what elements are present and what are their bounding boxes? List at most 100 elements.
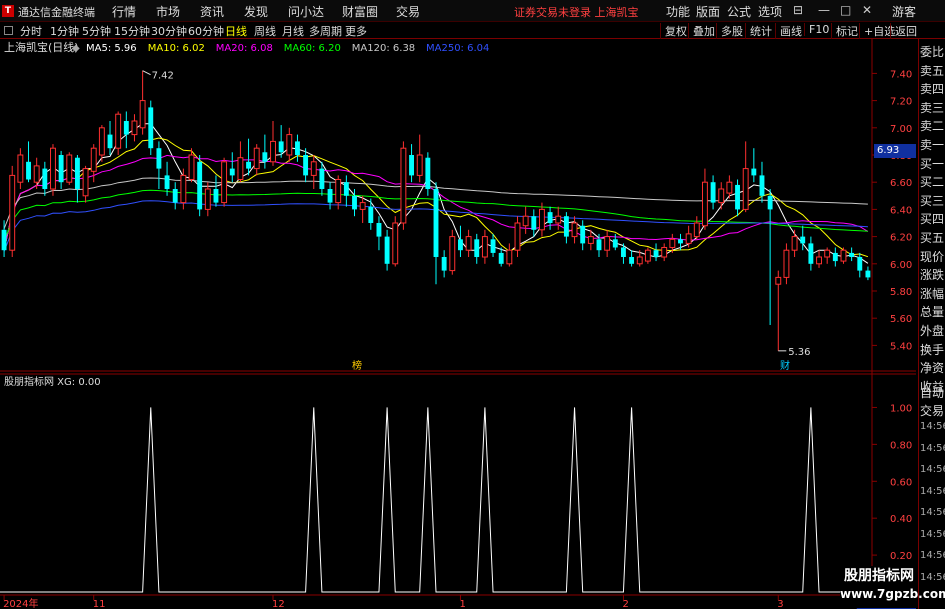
- last-price-tag: 6.93: [874, 144, 916, 158]
- minimize-icon[interactable]: —: [818, 3, 830, 17]
- candle-body-down: [1, 229, 7, 251]
- tool-mark[interactable]: 标记: [831, 23, 858, 39]
- candle-body-down: [458, 239, 463, 251]
- candle-body-down: [865, 270, 871, 278]
- period-5min[interactable]: 5分钟: [82, 23, 111, 39]
- indicator-y-tick-label: 1.00: [890, 403, 912, 414]
- candle-body-up: [701, 181, 708, 227]
- period-intraday[interactable]: 分时: [20, 23, 42, 39]
- tool-back[interactable]: 返回: [890, 23, 917, 39]
- side-panel-label: 总量: [920, 305, 945, 320]
- candle-body-up: [270, 140, 276, 163]
- candle-body-up: [115, 113, 122, 149]
- menu-function[interactable]: 功能: [666, 3, 690, 20]
- indicator-y-tick-label: 0.60: [890, 477, 912, 488]
- period-toolbar: 分时 1分钟 5分钟 15分钟 30分钟 60分钟 日线 周线 月线 多周期 更…: [0, 22, 945, 39]
- chart-area[interactable]: 7.407.207.006.806.606.406.206.005.805.60…: [0, 39, 916, 609]
- menu-market[interactable]: 市场: [156, 3, 180, 20]
- candle-body-down: [735, 184, 740, 210]
- menu-wealth[interactable]: 财富圈: [342, 3, 378, 20]
- x-tick-label: 2024年: [3, 597, 38, 609]
- menu-options[interactable]: 选项: [758, 3, 782, 20]
- candle-body-down: [327, 189, 333, 203]
- menu-formula[interactable]: 公式: [727, 3, 751, 20]
- tool-multistock[interactable]: 多股: [716, 23, 743, 39]
- period-multi[interactable]: 多周期: [309, 23, 342, 39]
- y-tick-label: 6.40: [890, 205, 912, 216]
- indicator-y-tick-label: 0.20: [890, 551, 912, 562]
- period-daily[interactable]: 日线: [225, 23, 247, 39]
- menu-news[interactable]: 资讯: [200, 3, 224, 20]
- candle-body-down: [490, 239, 496, 253]
- candle-body-up: [50, 147, 56, 190]
- side-panel-label: 净资: [920, 361, 945, 376]
- candle-body-up: [604, 236, 611, 251]
- side-panel: 委比 卖五 卖四 卖三 卖二 卖一 买一 买二 买三 买四 买五 现价 涨跌 涨幅 总量 外盘 换手 净资 收益 自动…: [918, 39, 945, 609]
- candle-body-down: [620, 247, 626, 257]
- tool-adjust[interactable]: 复权: [660, 23, 687, 39]
- side-panel-label: 卖二: [920, 119, 945, 134]
- ma-legend-item: MA60: 6.20: [284, 43, 341, 54]
- candle-body-down: [498, 252, 504, 264]
- side-panel-label: 换手: [920, 342, 945, 357]
- side-panel-label: 买五: [920, 231, 945, 245]
- tool-draw[interactable]: 画线: [775, 23, 802, 39]
- guest-user[interactable]: 游客: [892, 3, 916, 20]
- menu-discover[interactable]: 发现: [244, 3, 268, 20]
- candle-body-down: [808, 243, 814, 264]
- candle-body-down: [425, 157, 431, 189]
- tool-f10[interactable]: F10: [804, 23, 829, 36]
- period-15min[interactable]: 15分钟: [114, 23, 150, 39]
- x-tick-label: 11: [93, 599, 106, 609]
- period-30min[interactable]: 30分钟: [151, 23, 187, 39]
- candle-body-up: [775, 276, 782, 285]
- kline-chart[interactable]: 7.407.207.006.806.606.406.206.005.805.60…: [0, 39, 916, 609]
- candle-body-up: [17, 154, 24, 183]
- maximize-icon[interactable]: □: [840, 3, 851, 17]
- close-icon[interactable]: ✕: [862, 3, 872, 17]
- candle-body-up: [506, 249, 513, 265]
- marker-cai[interactable]: 财: [780, 359, 790, 372]
- side-panel-label: 14:56: [920, 421, 945, 432]
- menu-layout[interactable]: 版面: [696, 3, 720, 20]
- candle-body-up: [816, 256, 822, 265]
- candle-body-up: [465, 236, 472, 251]
- candle-body-down: [319, 168, 325, 189]
- candle-body-down: [343, 182, 349, 196]
- candle-body-down: [303, 155, 309, 176]
- tool-overlay[interactable]: 叠加: [688, 23, 715, 39]
- period-1min[interactable]: 1分钟: [50, 23, 79, 39]
- candle-body-up: [253, 147, 260, 170]
- period-weekly[interactable]: 周线: [254, 23, 276, 39]
- ma-legend-item: MA10: 6.02: [148, 43, 205, 54]
- candle-body-down: [246, 161, 252, 169]
- candle-body-down: [849, 252, 855, 257]
- candle-body-down: [441, 257, 447, 271]
- candle-body-up: [742, 168, 749, 210]
- checkbox-icon[interactable]: [4, 26, 13, 35]
- candle-body-up: [481, 236, 488, 258]
- tool-stats[interactable]: 统计: [745, 23, 772, 39]
- candle-body-up: [514, 222, 521, 251]
- side-panel-label: 14:56: [920, 485, 945, 497]
- candle-body-down: [376, 223, 382, 237]
- candle-body-up: [718, 188, 725, 204]
- y-tick-label: 7.40: [890, 69, 912, 80]
- candle-body-up: [335, 178, 342, 204]
- side-panel-label: 14:56: [920, 571, 945, 583]
- menu-ask[interactable]: 问小达: [288, 3, 324, 20]
- login-status[interactable]: 证券交易未登录 上海凯宝: [514, 4, 639, 20]
- period-60min[interactable]: 60分钟: [188, 23, 224, 39]
- period-monthly[interactable]: 月线: [282, 23, 304, 39]
- ma-legend-item: MA5: 5.96: [86, 43, 137, 54]
- side-panel-label[interactable]: 自动: [920, 384, 944, 401]
- marker-bang[interactable]: 榜: [352, 359, 362, 372]
- candle-body-up: [636, 256, 643, 265]
- x-tick-label: 2: [622, 599, 628, 609]
- period-more[interactable]: 更多: [345, 23, 367, 39]
- menu-trade[interactable]: 交易: [396, 3, 420, 20]
- candle-body-up: [237, 157, 244, 180]
- menu-quotes[interactable]: 行情: [112, 3, 136, 20]
- candle-body-up: [587, 236, 594, 244]
- restore-icon[interactable]: ⊟: [793, 3, 803, 17]
